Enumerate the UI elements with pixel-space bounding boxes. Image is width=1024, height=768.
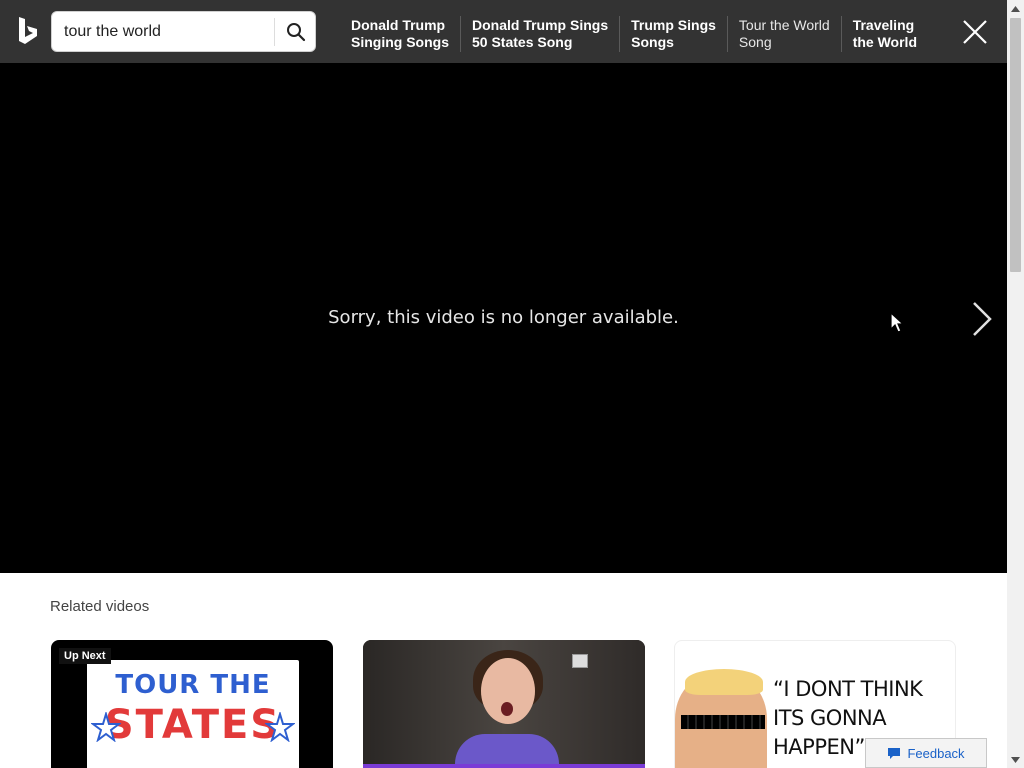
- related-videos-heading: Related videos: [50, 598, 150, 615]
- progress-bar: [363, 764, 645, 768]
- bing-logo-icon[interactable]: [16, 16, 40, 46]
- app-root: Donald Trump Singing Songs Donald Trump …: [0, 0, 1024, 768]
- search-button[interactable]: [275, 12, 316, 51]
- related-search-item[interactable]: Trump Sings Songs: [619, 16, 727, 52]
- scroll-up-arrow-icon[interactable]: [1007, 0, 1024, 17]
- search-input[interactable]: [64, 12, 269, 51]
- thumbnail-text: TOUR THE: [115, 670, 271, 700]
- video-thumbnail: TOUR THE STATES: [87, 660, 299, 768]
- related-search-item[interactable]: Traveling the World: [840, 16, 928, 52]
- thumbnail-art: [501, 702, 513, 716]
- top-bar: Donald Trump Singing Songs Donald Trump …: [0, 0, 1007, 63]
- thumbnail-art: [455, 734, 559, 768]
- related-search-item[interactable]: Donald Trump Sings 50 States Song: [460, 16, 619, 52]
- scroll-thumb[interactable]: [1010, 18, 1021, 272]
- related-search-label: Tour the World Song: [738, 17, 830, 50]
- video-player[interactable]: Sorry, this video is no longer available…: [0, 63, 1007, 573]
- close-icon[interactable]: [960, 17, 990, 47]
- mouse-cursor-icon: [890, 312, 904, 333]
- related-search-label: Donald Trump Singing Songs: [351, 17, 449, 50]
- search-icon: [286, 22, 305, 41]
- thumbnail-art: [572, 654, 588, 668]
- related-search-item[interactable]: Tour the World Song: [726, 16, 841, 52]
- related-search-label: Traveling the World: [852, 17, 917, 50]
- star-icon: [91, 712, 121, 742]
- thumbnail-art: [685, 669, 763, 695]
- related-video-card[interactable]: [363, 640, 645, 768]
- star-icon: [265, 712, 295, 742]
- vertical-scrollbar[interactable]: [1007, 0, 1024, 768]
- pixel-sunglasses-icon: [681, 715, 765, 729]
- search-box: [51, 11, 316, 52]
- scroll-down-arrow-icon[interactable]: [1007, 751, 1024, 768]
- feedback-label: Feedback: [907, 745, 965, 761]
- unavailable-message: Sorry, this video is no longer available…: [328, 307, 679, 328]
- feedback-button[interactable]: Feedback: [865, 738, 987, 768]
- up-next-badge: Up Next: [59, 648, 111, 664]
- related-video-card[interactable]: TOUR THE STATES Up Next: [51, 640, 333, 768]
- related-search-item[interactable]: Donald Trump Singing Songs: [340, 16, 460, 52]
- related-search-label: Donald Trump Sings 50 States Song: [472, 17, 609, 50]
- chat-bubble-icon: [888, 747, 901, 759]
- related-searches: Donald Trump Singing Songs Donald Trump …: [340, 16, 928, 52]
- next-video-chevron-icon[interactable]: [966, 299, 996, 339]
- related-search-label: Trump Sings Songs: [631, 17, 716, 50]
